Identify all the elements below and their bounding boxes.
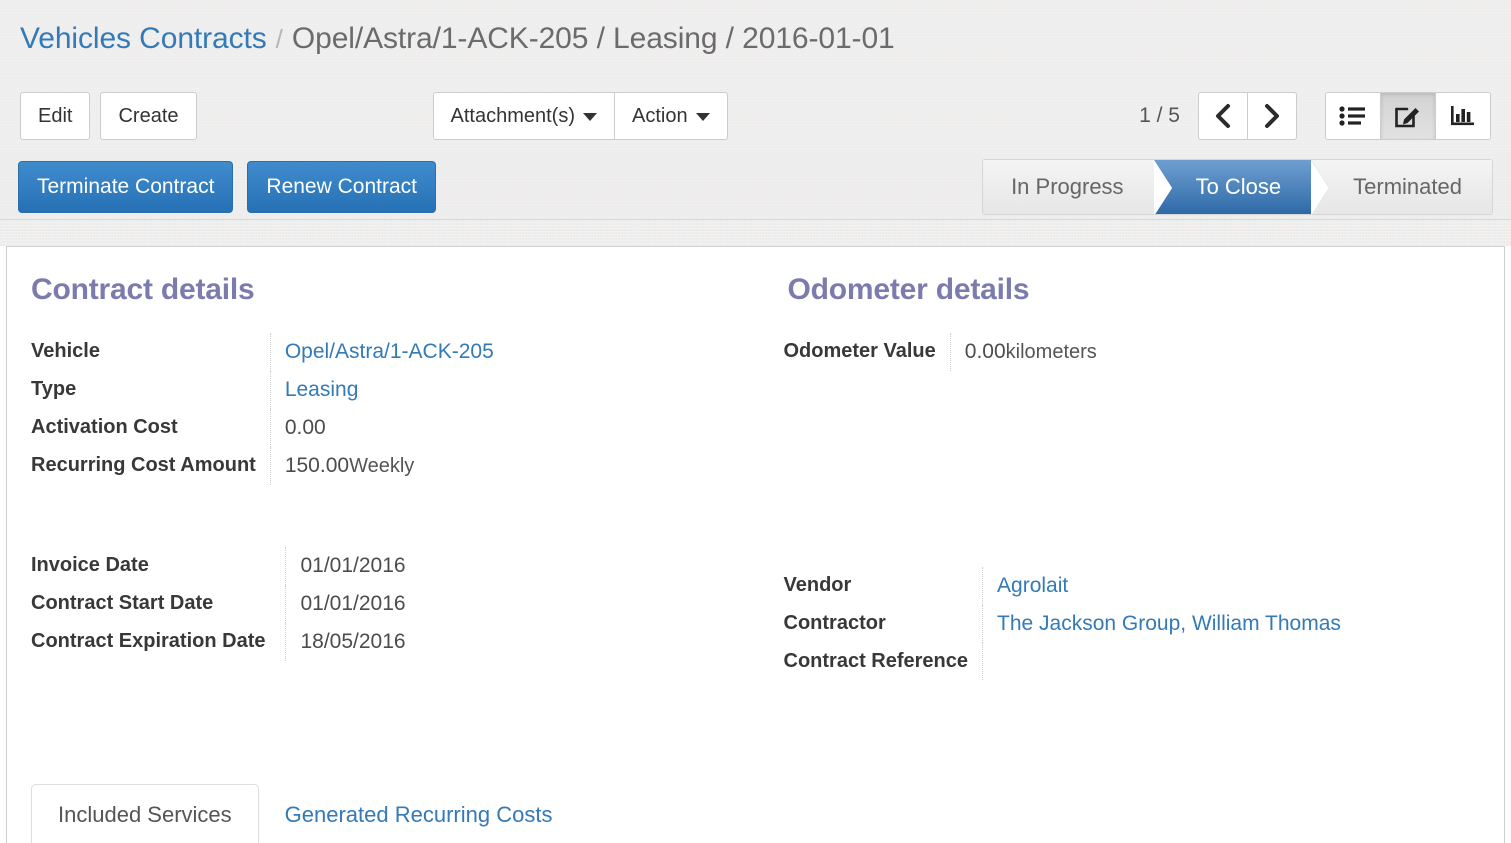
edit-pencil-icon (1395, 107, 1419, 128)
label-invoice-date: Invoice Date (31, 554, 149, 576)
sheet-background-band (0, 220, 1511, 246)
value-odometer-unit: kilometers (1005, 341, 1097, 363)
bar-chart-icon (1451, 106, 1474, 126)
value-type-cell: Leasing (269, 371, 728, 409)
renew-contract-button[interactable]: Renew Contract (247, 160, 436, 213)
label-contract-start-date: Contract Start Date (31, 592, 214, 614)
field-row-contractor: Contractor The Jackson Group, William Th… (783, 605, 1480, 643)
label-recurring-cost-amount: Recurring Cost Amount (31, 454, 256, 476)
odometer-details-fields: Odometer Value 0.00kilometers (783, 333, 1480, 371)
field-row-vendor: Vendor Agrolait (783, 567, 1480, 605)
label-type: Type (31, 378, 77, 400)
label-contractor: Contractor (783, 612, 886, 634)
tab-included-services[interactable]: Included Services (31, 784, 259, 843)
left-column: Contract details Vehicle Opel/Astra/1-AC… (31, 273, 756, 680)
value-recurring-cost-amount: 150.00 (284, 454, 350, 477)
pager-counter: 1 / 5 (1139, 104, 1180, 127)
attachments-label: Attachment(s) (450, 105, 575, 127)
list-icon (1339, 106, 1365, 126)
value-odometer-cell: 0.00kilometers (949, 333, 1480, 371)
breadcrumb-current-record: Opel/Astra/1-ACK-205 / Leasing / 2016-01… (291, 22, 895, 55)
form-columns: Contract details Vehicle Opel/Astra/1-AC… (31, 273, 1480, 680)
field-row-recurring-cost: Recurring Cost Amount 150.00Weekly (31, 447, 728, 485)
chevron-left-icon (1216, 104, 1230, 128)
previous-record-button[interactable] (1198, 92, 1248, 140)
contract-details-title: Contract details (31, 273, 255, 306)
label-contract-expiration-date: Contract Expiration Date (31, 630, 266, 652)
next-record-button[interactable] (1247, 92, 1297, 140)
field-row-contract-start-date: Contract Start Date 01/01/2016 (31, 585, 728, 623)
tab-generated-recurring-costs[interactable]: Generated Recurring Costs (259, 785, 579, 843)
pager-and-views: 1 / 5 (1139, 92, 1491, 140)
odometer-details-title: Odometer details (787, 273, 1030, 306)
pager-buttons (1198, 92, 1297, 140)
field-row-vehicle: Vehicle Opel/Astra/1-ACK-205 (31, 333, 728, 371)
field-row-contract-reference: Contract Reference (783, 643, 1480, 680)
record-actions-group: Edit Create (20, 92, 197, 140)
view-switcher (1325, 92, 1491, 140)
contract-details-fields: Vehicle Opel/Astra/1-ACK-205 Type Leasin… (31, 333, 728, 485)
label-odometer-value: Odometer Value (783, 340, 936, 362)
field-row-odometer-value: Odometer Value 0.00kilometers (783, 333, 1480, 371)
edit-button[interactable]: Edit (20, 92, 91, 140)
value-contract-expiration-date: 18/05/2016 (285, 623, 728, 661)
field-row-contract-expiration-date: Contract Expiration Date 18/05/2016 (31, 623, 728, 661)
chevron-right-icon (1265, 104, 1279, 128)
chevron-down-icon (695, 112, 710, 121)
notebook: Included Services Generated Recurring Co… (31, 776, 1480, 843)
value-vendor-cell: Agrolait (982, 567, 1480, 605)
value-recurring-cost-frequency: Weekly (349, 455, 415, 477)
left-group-spacer (31, 485, 728, 547)
action-label: Action (631, 105, 688, 127)
label-contract-reference: Contract Reference (783, 650, 969, 672)
status-row: Terminate Contract Renew Contract In Pro… (0, 154, 1511, 220)
field-row-invoice-date: Invoice Date 01/01/2016 (31, 547, 728, 585)
form-sheet: Contract details Vehicle Opel/Astra/1-AC… (6, 246, 1505, 843)
value-vehicle-cell: Opel/Astra/1-ACK-205 (269, 333, 728, 371)
value-contract-start-date: 01/01/2016 (285, 585, 728, 623)
breadcrumb-separator: / (275, 23, 283, 54)
value-vendor-link[interactable]: Agrolait (997, 574, 1068, 597)
right-column: Odometer details Odometer Value 0.00kilo… (756, 273, 1481, 680)
right-group-spacer (784, 371, 1481, 567)
status-pipeline: In Progress To Close Terminated (982, 158, 1493, 215)
stage-to-close[interactable]: To Close (1153, 159, 1329, 214)
chevron-down-icon (582, 112, 597, 121)
label-vehicle: Vehicle (31, 340, 100, 362)
breadcrumb-root-link[interactable]: Vehicles Contracts (20, 22, 267, 56)
value-activation-cost: 0.00 (269, 409, 728, 447)
attachment-action-group: Attachment(s) Action (432, 92, 728, 140)
value-contract-reference (982, 643, 1480, 680)
value-contractor-link[interactable]: The Jackson Group, William Thomas (997, 612, 1341, 635)
field-row-activation-cost: Activation Cost 0.00 (31, 409, 728, 447)
list-view-button[interactable] (1325, 92, 1381, 140)
notebook-tabs: Included Services Generated Recurring Co… (31, 776, 1480, 843)
field-row-type: Type Leasing (31, 371, 728, 409)
graph-view-button[interactable] (1435, 92, 1491, 140)
stage-terminated[interactable]: Terminated (1311, 159, 1492, 214)
value-contractor-cell: The Jackson Group, William Thomas (982, 605, 1480, 643)
control-panel: Edit Create Attachment(s) Action 1 / 5 (0, 78, 1511, 154)
stage-in-progress[interactable]: In Progress (983, 159, 1172, 214)
label-vendor: Vendor (783, 574, 852, 596)
value-recurring-cost-cell: 150.00Weekly (269, 447, 728, 485)
value-type-link[interactable]: Leasing (285, 378, 359, 401)
value-invoice-date: 01/01/2016 (285, 547, 728, 585)
action-dropdown-button[interactable]: Action (613, 92, 728, 140)
terminate-contract-button[interactable]: Terminate Contract (18, 160, 234, 213)
value-odometer-number: 0.00 (964, 340, 1006, 363)
label-activation-cost: Activation Cost (31, 416, 178, 438)
form-view-button[interactable] (1380, 92, 1436, 140)
value-vehicle-link[interactable]: Opel/Astra/1-ACK-205 (285, 340, 494, 363)
attachments-dropdown-button[interactable]: Attachment(s) (432, 92, 615, 140)
breadcrumb: Vehicles Contracts / Opel/Astra/1-ACK-20… (0, 0, 1511, 78)
date-fields: Invoice Date 01/01/2016 Contract Start D… (31, 547, 728, 661)
vendor-fields: Vendor Agrolait Contractor The Jackson G… (783, 567, 1480, 680)
create-button[interactable]: Create (100, 92, 197, 140)
